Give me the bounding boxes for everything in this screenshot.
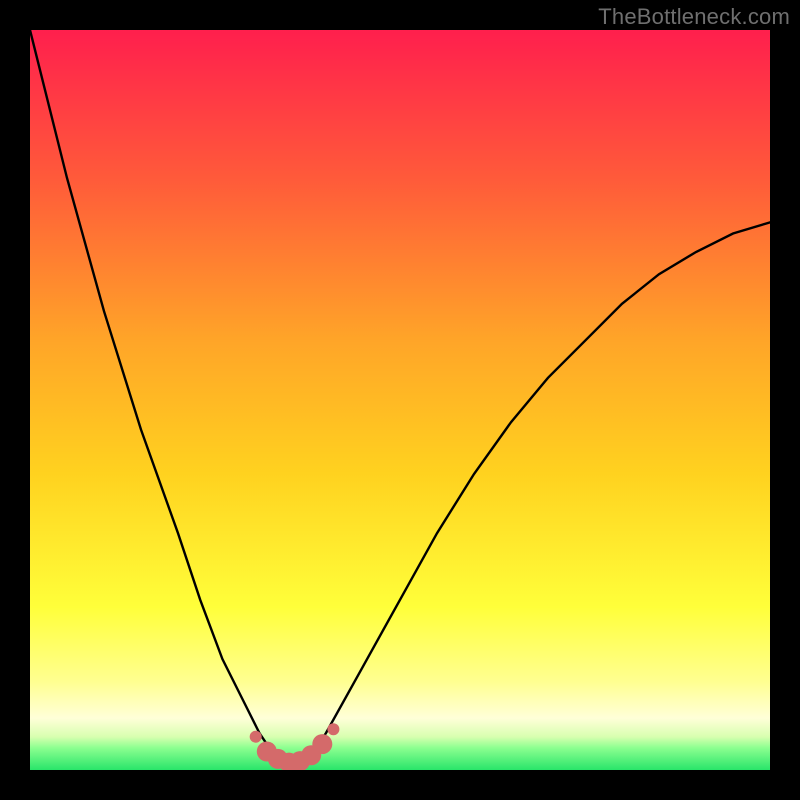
marker-dot [327,723,339,735]
marker-dot [312,734,332,754]
chart-frame [30,30,770,770]
marker-dot [250,731,262,743]
bottleneck-chart [30,30,770,770]
watermark-text: TheBottleneck.com [598,4,790,30]
gradient-background [30,30,770,770]
